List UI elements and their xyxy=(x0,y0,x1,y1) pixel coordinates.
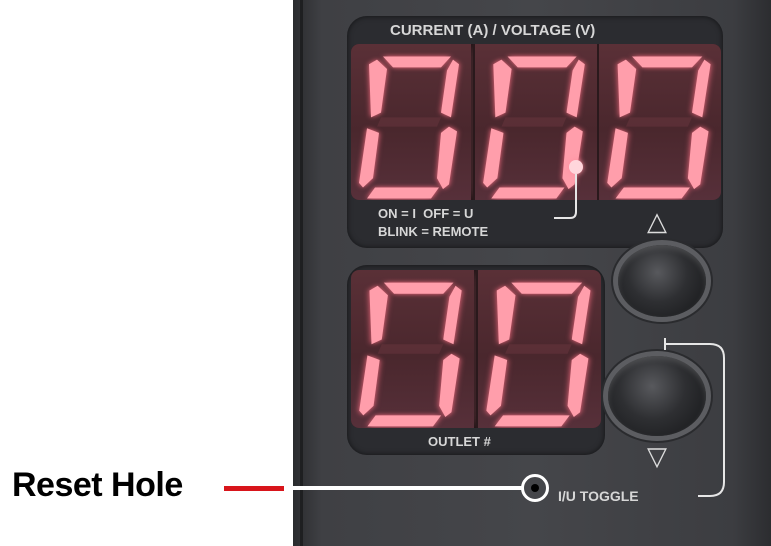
toggle-label: I/U TOGGLE xyxy=(558,488,639,504)
segment-e xyxy=(359,355,380,416)
segment-c xyxy=(437,126,457,190)
current-voltage-header: CURRENT (A) / VOLTAGE (V) xyxy=(390,22,596,39)
current-voltage-display xyxy=(351,44,721,200)
segment-b xyxy=(571,285,591,345)
segment-g xyxy=(505,344,572,354)
legend-blink-remote: BLINK = REMOTE xyxy=(378,224,489,239)
legend-on-off: ON = I OFF = U xyxy=(378,206,474,221)
segment-c xyxy=(687,126,709,190)
segment-a xyxy=(383,282,454,294)
current-digit-1 xyxy=(351,44,471,200)
segment-f xyxy=(496,285,516,345)
segment-d xyxy=(615,187,690,199)
reset-hole-red-line xyxy=(224,486,284,491)
segment-a xyxy=(507,56,577,68)
segment-g xyxy=(625,117,692,127)
reset-hole-leader-line xyxy=(284,486,524,490)
segment-f xyxy=(369,59,387,118)
segment-g xyxy=(377,344,444,354)
seven-segment-0 xyxy=(486,282,591,427)
segment-c xyxy=(567,353,589,417)
decimal-leader-line xyxy=(554,174,577,219)
segment-g xyxy=(377,117,441,127)
segment-c xyxy=(439,353,460,417)
outlet-display xyxy=(351,270,601,428)
up-button[interactable] xyxy=(618,245,706,317)
seven-segment-0 xyxy=(607,56,711,199)
current-digit-3 xyxy=(597,44,721,200)
segment-f xyxy=(369,285,388,345)
segment-b xyxy=(692,59,711,118)
segment-d xyxy=(367,187,439,199)
seven-segment-0 xyxy=(359,56,459,199)
segment-a xyxy=(511,282,583,294)
segment-b xyxy=(566,59,585,118)
segment-d xyxy=(494,415,570,427)
segment-b xyxy=(441,59,459,118)
outlet-digit-1 xyxy=(351,270,474,428)
segment-d xyxy=(367,415,442,427)
reset-hole[interactable] xyxy=(531,484,539,492)
segment-e xyxy=(483,128,504,188)
segment-e xyxy=(607,128,628,188)
segment-e xyxy=(359,128,379,188)
outlet-number-label: OUTLET # xyxy=(428,434,491,449)
toggle-bracket-line xyxy=(664,338,725,497)
segment-g xyxy=(501,117,567,127)
panel-edge xyxy=(300,0,303,546)
segment-b xyxy=(443,285,462,345)
reset-hole-label: Reset Hole xyxy=(12,466,183,504)
segment-e xyxy=(486,355,508,416)
segment-a xyxy=(632,56,703,68)
seven-segment-0 xyxy=(359,282,462,427)
up-arrow-icon: △ xyxy=(647,206,667,236)
segment-f xyxy=(617,59,637,118)
outlet-digit-2 xyxy=(476,270,601,428)
segment-a xyxy=(383,56,451,68)
segment-f xyxy=(493,59,512,118)
